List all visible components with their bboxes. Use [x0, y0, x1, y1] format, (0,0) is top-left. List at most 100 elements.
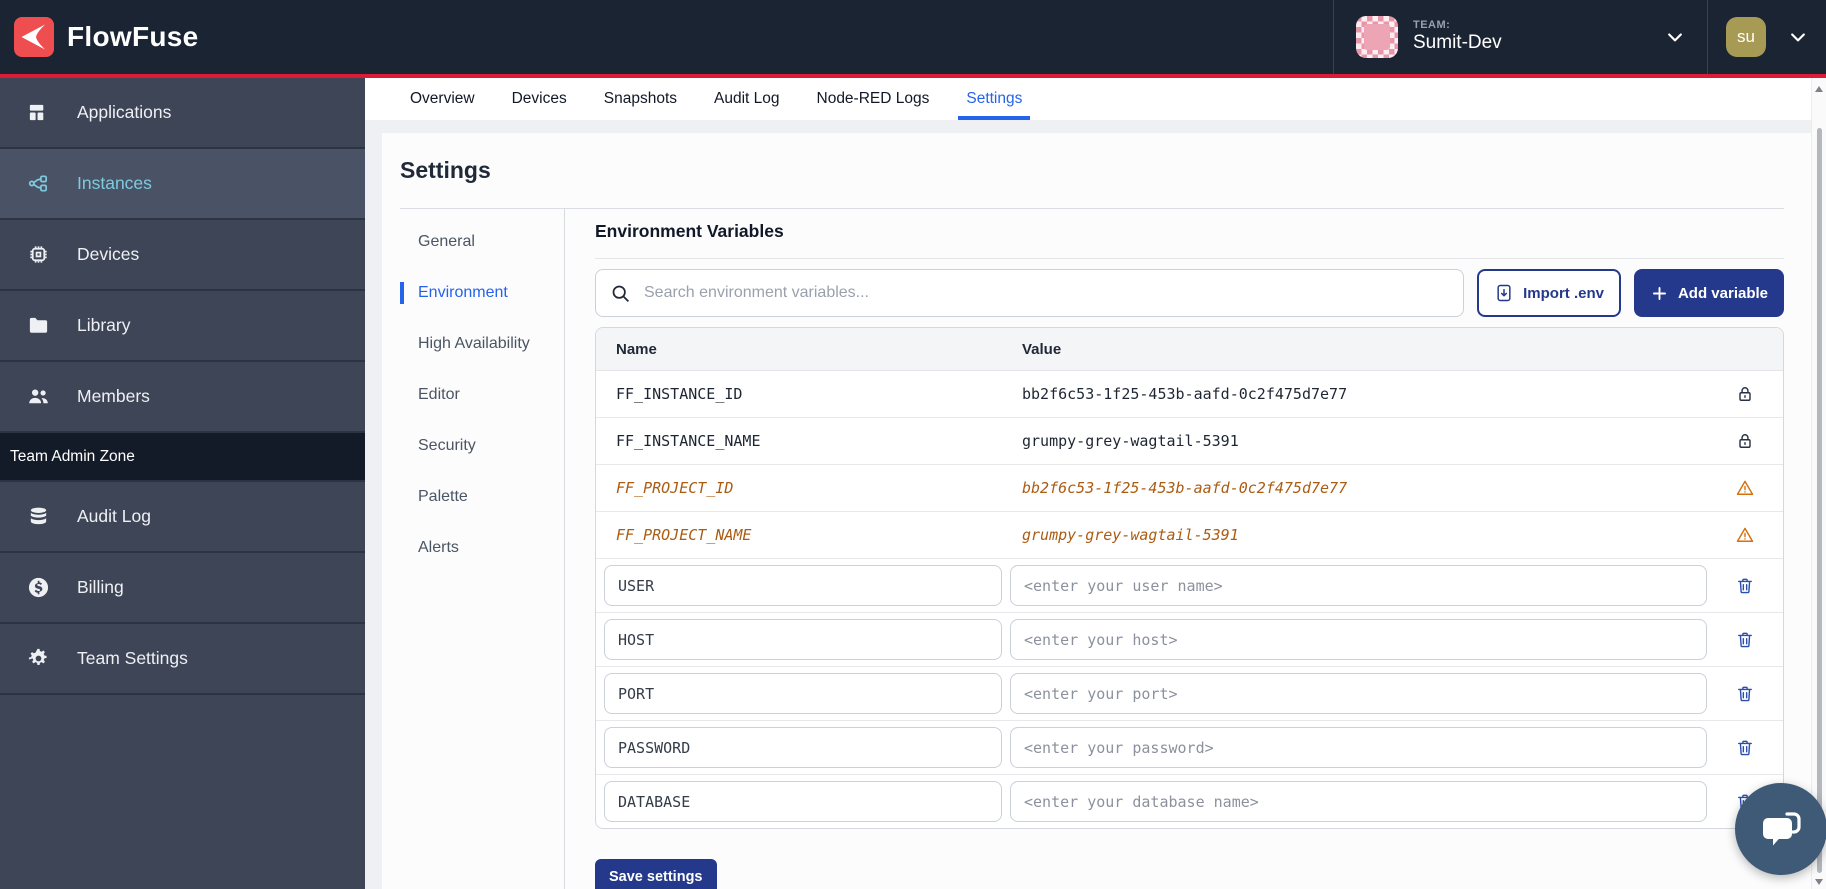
team-name: Sumit-Dev: [1413, 32, 1502, 55]
env-value-input-user[interactable]: [1010, 565, 1707, 606]
env-row-port: [596, 667, 1783, 721]
save-settings-button[interactable]: Save settings: [595, 859, 717, 889]
sidebar-item-label: Devices: [77, 244, 139, 265]
environment-section: Environment Variables Import .env: [565, 209, 1784, 889]
tab-label: Devices: [512, 90, 567, 108]
lock-icon: [1735, 384, 1755, 404]
row-status: [1707, 384, 1783, 404]
sidebar-item-instances[interactable]: Instances: [0, 149, 365, 220]
sidebar-nav: Applications Instances Devices Library Membe…: [0, 78, 365, 433]
sidebar-item-label: Instances: [77, 173, 152, 194]
env-name-input-host[interactable]: [604, 619, 1002, 660]
lock-icon: [1735, 431, 1755, 451]
instance-tabbar: Overview Devices Snapshots Audit Log Node-RE…: [365, 78, 1811, 120]
settings-nav-alerts[interactable]: Alerts: [400, 537, 564, 559]
sidebar: Applications Instances Devices Library Membe…: [0, 78, 365, 889]
settings-nav-general[interactable]: General: [400, 231, 564, 253]
tab-node-red-logs[interactable]: Node-RED Logs: [817, 78, 930, 120]
env-value-input-port[interactable]: [1010, 673, 1707, 714]
env-value-input-host[interactable]: [1010, 619, 1707, 660]
trash-icon[interactable]: [1735, 738, 1755, 758]
tab-settings[interactable]: Settings: [966, 78, 1022, 120]
search-icon: [610, 283, 631, 304]
row-actions: [1707, 684, 1783, 704]
sidebar-item-label: Library: [77, 315, 131, 336]
chevron-down-icon[interactable]: [1788, 27, 1808, 47]
env-name-input-password[interactable]: [604, 727, 1002, 768]
env-row-user: [596, 559, 1783, 613]
add-variable-button[interactable]: Add variable: [1634, 269, 1784, 317]
applications-icon: [27, 101, 50, 124]
chat-widget-button[interactable]: [1735, 783, 1826, 875]
env-name-input-database[interactable]: [604, 781, 1002, 822]
settings-nav-environment[interactable]: Environment: [400, 282, 564, 304]
tab-label: Snapshots: [604, 90, 677, 108]
audit-log-icon: [27, 505, 50, 528]
scroll-up-arrow[interactable]: [1815, 86, 1823, 92]
env-row-password: [596, 721, 1783, 775]
settings-nav: General Environment High Availability Edito…: [400, 209, 565, 889]
settings-nav-palette[interactable]: Palette: [400, 486, 564, 508]
top-bar: FlowFuse TEAM: Sumit-Dev su: [0, 0, 1826, 74]
tab-overview[interactable]: Overview: [410, 78, 475, 120]
sidebar-item-billing[interactable]: Billing: [0, 553, 365, 624]
env-value: bb2f6c53-1f25-453b-aafd-0c2f475d7e77: [1022, 479, 1707, 497]
scroll-down-arrow[interactable]: [1815, 879, 1823, 885]
sidebar-item-applications[interactable]: Applications: [0, 78, 365, 149]
chat-bubbles-icon: [1757, 805, 1805, 853]
team-selector[interactable]: TEAM: Sumit-Dev: [1333, 0, 1707, 74]
search-input[interactable]: [644, 284, 1449, 302]
trash-icon[interactable]: [1735, 684, 1755, 704]
table-header: Name Value: [596, 328, 1783, 371]
env-name: FF_INSTANCE_NAME: [596, 432, 1022, 450]
row-status: [1707, 431, 1783, 451]
sidebar-item-label: Applications: [77, 102, 171, 123]
team-avatar: [1356, 16, 1398, 58]
column-header-value: Value: [1022, 341, 1707, 358]
env-name-input-user[interactable]: [604, 565, 1002, 606]
sidebar-item-members[interactable]: Members: [0, 362, 365, 433]
sidebar-item-label: Billing: [77, 577, 124, 598]
sidebar-item-audit-log[interactable]: Audit Log: [0, 482, 365, 553]
row-status: [1707, 525, 1783, 545]
sidebar-admin-nav: Audit Log Billing Team Settings: [0, 482, 365, 695]
settings-nav-security[interactable]: Security: [400, 435, 564, 457]
env-value-input-database[interactable]: [1010, 781, 1707, 822]
members-icon: [27, 385, 50, 408]
scrollbar[interactable]: [1811, 78, 1826, 889]
env-name-input-port[interactable]: [604, 673, 1002, 714]
tab-devices[interactable]: Devices: [512, 78, 567, 120]
flowfuse-logo-icon: [14, 17, 54, 57]
import-env-button[interactable]: Import .env: [1477, 269, 1621, 317]
tab-label: Settings: [966, 90, 1022, 108]
tab-snapshots[interactable]: Snapshots: [604, 78, 677, 120]
brand-block[interactable]: FlowFuse: [0, 17, 199, 57]
plus-icon: [1650, 284, 1669, 303]
user-avatar: su: [1726, 17, 1766, 57]
team-label: TEAM:: [1413, 19, 1502, 32]
warning-icon: [1735, 478, 1755, 498]
page-title: Settings: [400, 133, 1784, 184]
user-menu[interactable]: su: [1707, 0, 1826, 74]
scrollbar-thumb[interactable]: [1817, 128, 1822, 873]
row-actions: [1707, 630, 1783, 650]
brand-name: FlowFuse: [67, 21, 199, 53]
chevron-down-icon[interactable]: [1665, 27, 1685, 47]
env-toolbar: Import .env Add variable: [595, 269, 1784, 317]
trash-icon[interactable]: [1735, 630, 1755, 650]
env-name: FF_PROJECT_NAME: [596, 526, 1022, 544]
tab-audit-log[interactable]: Audit Log: [714, 78, 780, 120]
trash-icon[interactable]: [1735, 576, 1755, 596]
sidebar-item-library[interactable]: Library: [0, 291, 365, 362]
env-name: FF_PROJECT_ID: [596, 479, 1022, 497]
env-value-input-password[interactable]: [1010, 727, 1707, 768]
settings-panel: Settings General Environment High Availabi…: [382, 133, 1811, 889]
gear-icon: [27, 647, 50, 670]
settings-nav-editor[interactable]: Editor: [400, 384, 564, 406]
settings-nav-high-availability[interactable]: High Availability: [400, 333, 564, 355]
env-row-ff-instance-id: FF_INSTANCE_IDbb2f6c53-1f25-453b-aafd-0c…: [596, 371, 1783, 418]
sidebar-item-devices[interactable]: Devices: [0, 220, 365, 291]
env-name: FF_INSTANCE_ID: [596, 385, 1022, 403]
instances-icon: [27, 172, 50, 195]
sidebar-item-team-settings[interactable]: Team Settings: [0, 624, 365, 695]
